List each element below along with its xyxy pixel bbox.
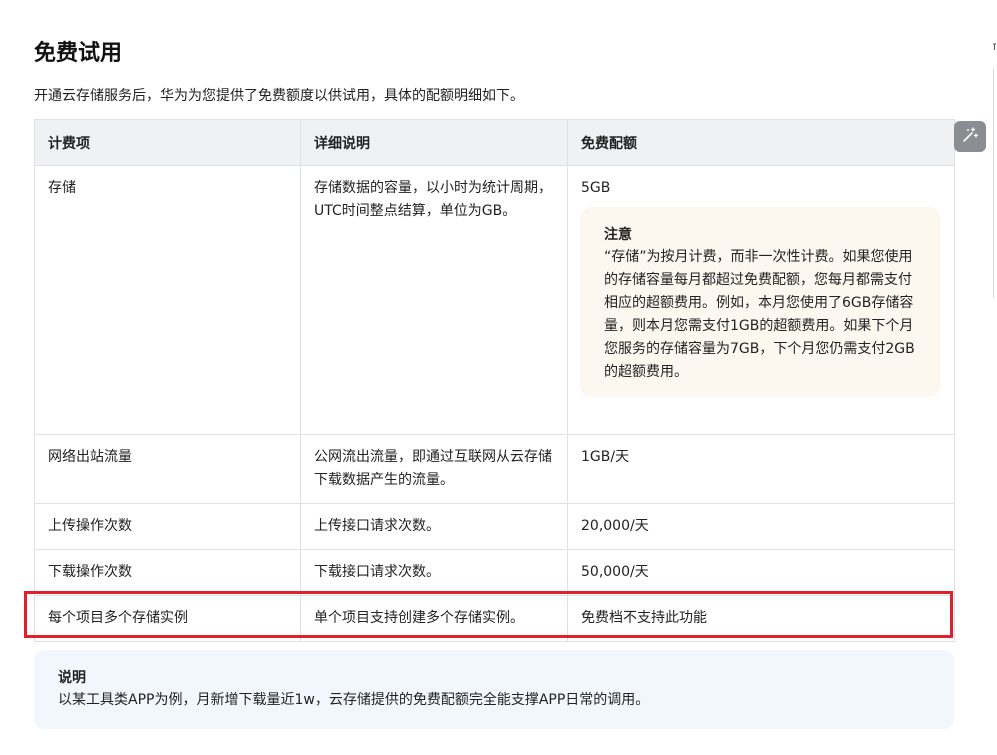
cell-detail: 单个项目支持创建多个存储实例。 xyxy=(300,595,568,642)
ai-assistant-button[interactable] xyxy=(954,121,986,152)
caution-note: 注意 “存储”为按月计费，而非一次性计费。如果您使用的存储容量每月都超过免费配额… xyxy=(580,207,941,397)
table-header-row: 计费项 详细说明 免费配额 xyxy=(34,119,955,166)
info-note: 说明 以某工具类APP为例，月新增下载量近1w，云存储提供的免费配额完全能支撑A… xyxy=(34,650,954,729)
cell-item: 每个项目多个存储实例 xyxy=(34,595,301,642)
info-note-title: 说明 xyxy=(58,670,86,686)
cell-detail: 上传接口请求次数。 xyxy=(300,503,568,550)
column-header-item: 计费项 xyxy=(34,119,301,166)
magic-wand-icon xyxy=(961,126,979,148)
cell-item: 存储 xyxy=(34,165,301,435)
quota-value: 5GB xyxy=(581,180,611,196)
intro-text: 开通云存储服务后，华为为您提供了免费额度以供试用，具体的配额明细如下。 xyxy=(34,88,524,104)
table-row-highlighted: 每个项目多个存储实例 单个项目支持创建多个存储实例。 免费档不支持此功能 xyxy=(34,595,955,642)
table-row: 上传操作次数 上传接口请求次数。 20,000/天 xyxy=(34,503,955,550)
cell-quota: 免费档不支持此功能 xyxy=(567,595,955,642)
cell-quota: 50,000/天 xyxy=(567,549,955,596)
cell-quota: 5GB 注意 “存储”为按月计费，而非一次性计费。如果您使用的存储容量每月都超过… xyxy=(567,165,955,435)
cell-item: 网络出站流量 xyxy=(34,434,301,504)
cell-item: 上传操作次数 xyxy=(34,503,301,550)
quota-table: 计费项 详细说明 免费配额 存储 存储数据的容量，以小时为统计周期，UTC时间整… xyxy=(34,119,955,642)
side-panel-divider xyxy=(993,68,994,298)
table-row: 网络出站流量 公网流出流量，即通过互联网从云存储下载数据产生的流量。 1GB/天 xyxy=(34,434,955,504)
page-title: 免费试用 xyxy=(34,41,123,66)
table-row: 存储 存储数据的容量，以小时为统计周期，UTC时间整点结算，单位为GB。 5GB… xyxy=(34,165,955,435)
cell-detail: 存储数据的容量，以小时为统计周期，UTC时间整点结算，单位为GB。 xyxy=(300,165,568,435)
cell-quota: 20,000/天 xyxy=(567,503,955,550)
cell-detail: 公网流出流量，即通过互联网从云存储下载数据产生的流量。 xyxy=(300,434,568,504)
caution-note-text: “存储”为按月计费，而非一次性计费。如果您使用的存储容量每月都超过免费配额，您每… xyxy=(604,249,915,380)
column-header-detail: 详细说明 xyxy=(300,119,568,166)
info-note-text: 以某工具类APP为例，月新增下载量近1w，云存储提供的免费配额完全能支撑APP日… xyxy=(58,692,650,708)
column-header-quota: 免费配额 xyxy=(567,119,955,166)
cell-quota: 1GB/天 xyxy=(567,434,955,504)
side-panel-edge-glyph xyxy=(992,42,997,54)
table-row: 下载操作次数 下载接口请求次数。 50,000/天 xyxy=(34,549,955,596)
cell-item: 下载操作次数 xyxy=(34,549,301,596)
caution-note-title: 注意 xyxy=(604,227,632,243)
cell-detail: 下载接口请求次数。 xyxy=(300,549,568,596)
